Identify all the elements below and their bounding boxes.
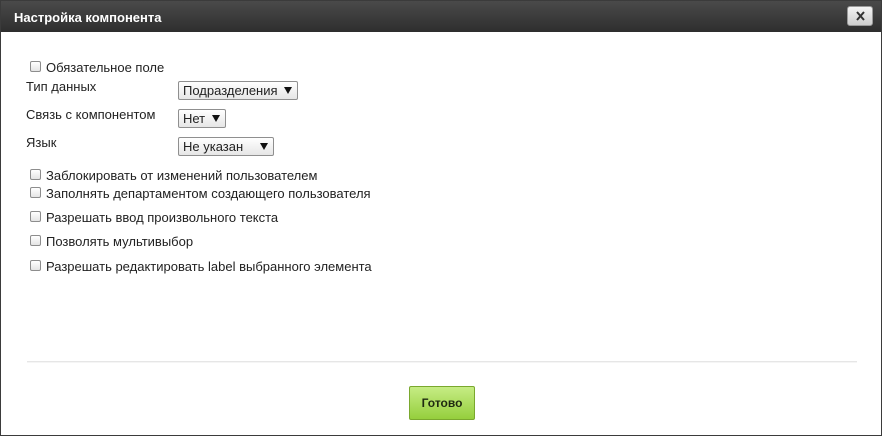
option-row-free-text: Разрешать ввод произвольного текста xyxy=(30,207,278,225)
link-select[interactable]: Нет xyxy=(178,109,226,128)
fill-department-label: Заполнять департаментом создающего польз… xyxy=(46,185,371,201)
lock-changes-label: Заблокировать от изменений пользователем xyxy=(46,167,318,183)
component-settings-dialog: Настройка компонента Обязательное поле Т… xyxy=(0,0,882,436)
option-row-department: Заполнять департаментом создающего польз… xyxy=(30,183,371,201)
required-field-row: Обязательное поле xyxy=(30,57,164,75)
edit-label-label: Разрешать редактировать label выбранного… xyxy=(46,258,372,274)
link-label: Связь с компонентом xyxy=(26,107,156,122)
language-select[interactable]: Не указан xyxy=(178,137,274,156)
data-type-label: Тип данных xyxy=(26,79,97,94)
chevron-down-icon xyxy=(212,115,220,122)
required-field-checkbox[interactable] xyxy=(30,60,41,72)
multiselect-checkbox[interactable] xyxy=(30,234,41,246)
option-row-edit-label: Разрешать редактировать label выбранного… xyxy=(30,256,372,274)
lock-changes-checkbox[interactable] xyxy=(30,168,41,180)
close-icon xyxy=(856,11,865,21)
required-field-label: Обязательное поле xyxy=(46,59,165,75)
data-type-select-value: Подразделения xyxy=(183,83,278,98)
language-select-value: Не указан xyxy=(183,139,244,154)
chevron-down-icon xyxy=(260,143,268,150)
chevron-down-icon xyxy=(284,87,292,94)
option-row-multiselect: Позволять мультивыбор xyxy=(30,231,193,249)
done-button[interactable]: Готово xyxy=(409,386,475,420)
link-select-value: Нет xyxy=(183,111,206,126)
close-button[interactable] xyxy=(847,6,873,26)
edit-label-checkbox[interactable] xyxy=(30,259,41,271)
free-text-checkbox[interactable] xyxy=(30,210,41,222)
footer-divider xyxy=(27,361,857,362)
option-row-lock: Заблокировать от изменений пользователем xyxy=(30,165,317,183)
dialog-titlebar: Настройка компонента xyxy=(1,1,881,32)
fill-department-checkbox[interactable] xyxy=(30,186,41,198)
multiselect-label: Позволять мультивыбор xyxy=(46,233,194,249)
data-type-select[interactable]: Подразделения xyxy=(178,81,298,100)
free-text-label: Разрешать ввод произвольного текста xyxy=(46,209,279,225)
dialog-title: Настройка компонента xyxy=(14,10,162,25)
language-label: Язык xyxy=(26,135,57,150)
